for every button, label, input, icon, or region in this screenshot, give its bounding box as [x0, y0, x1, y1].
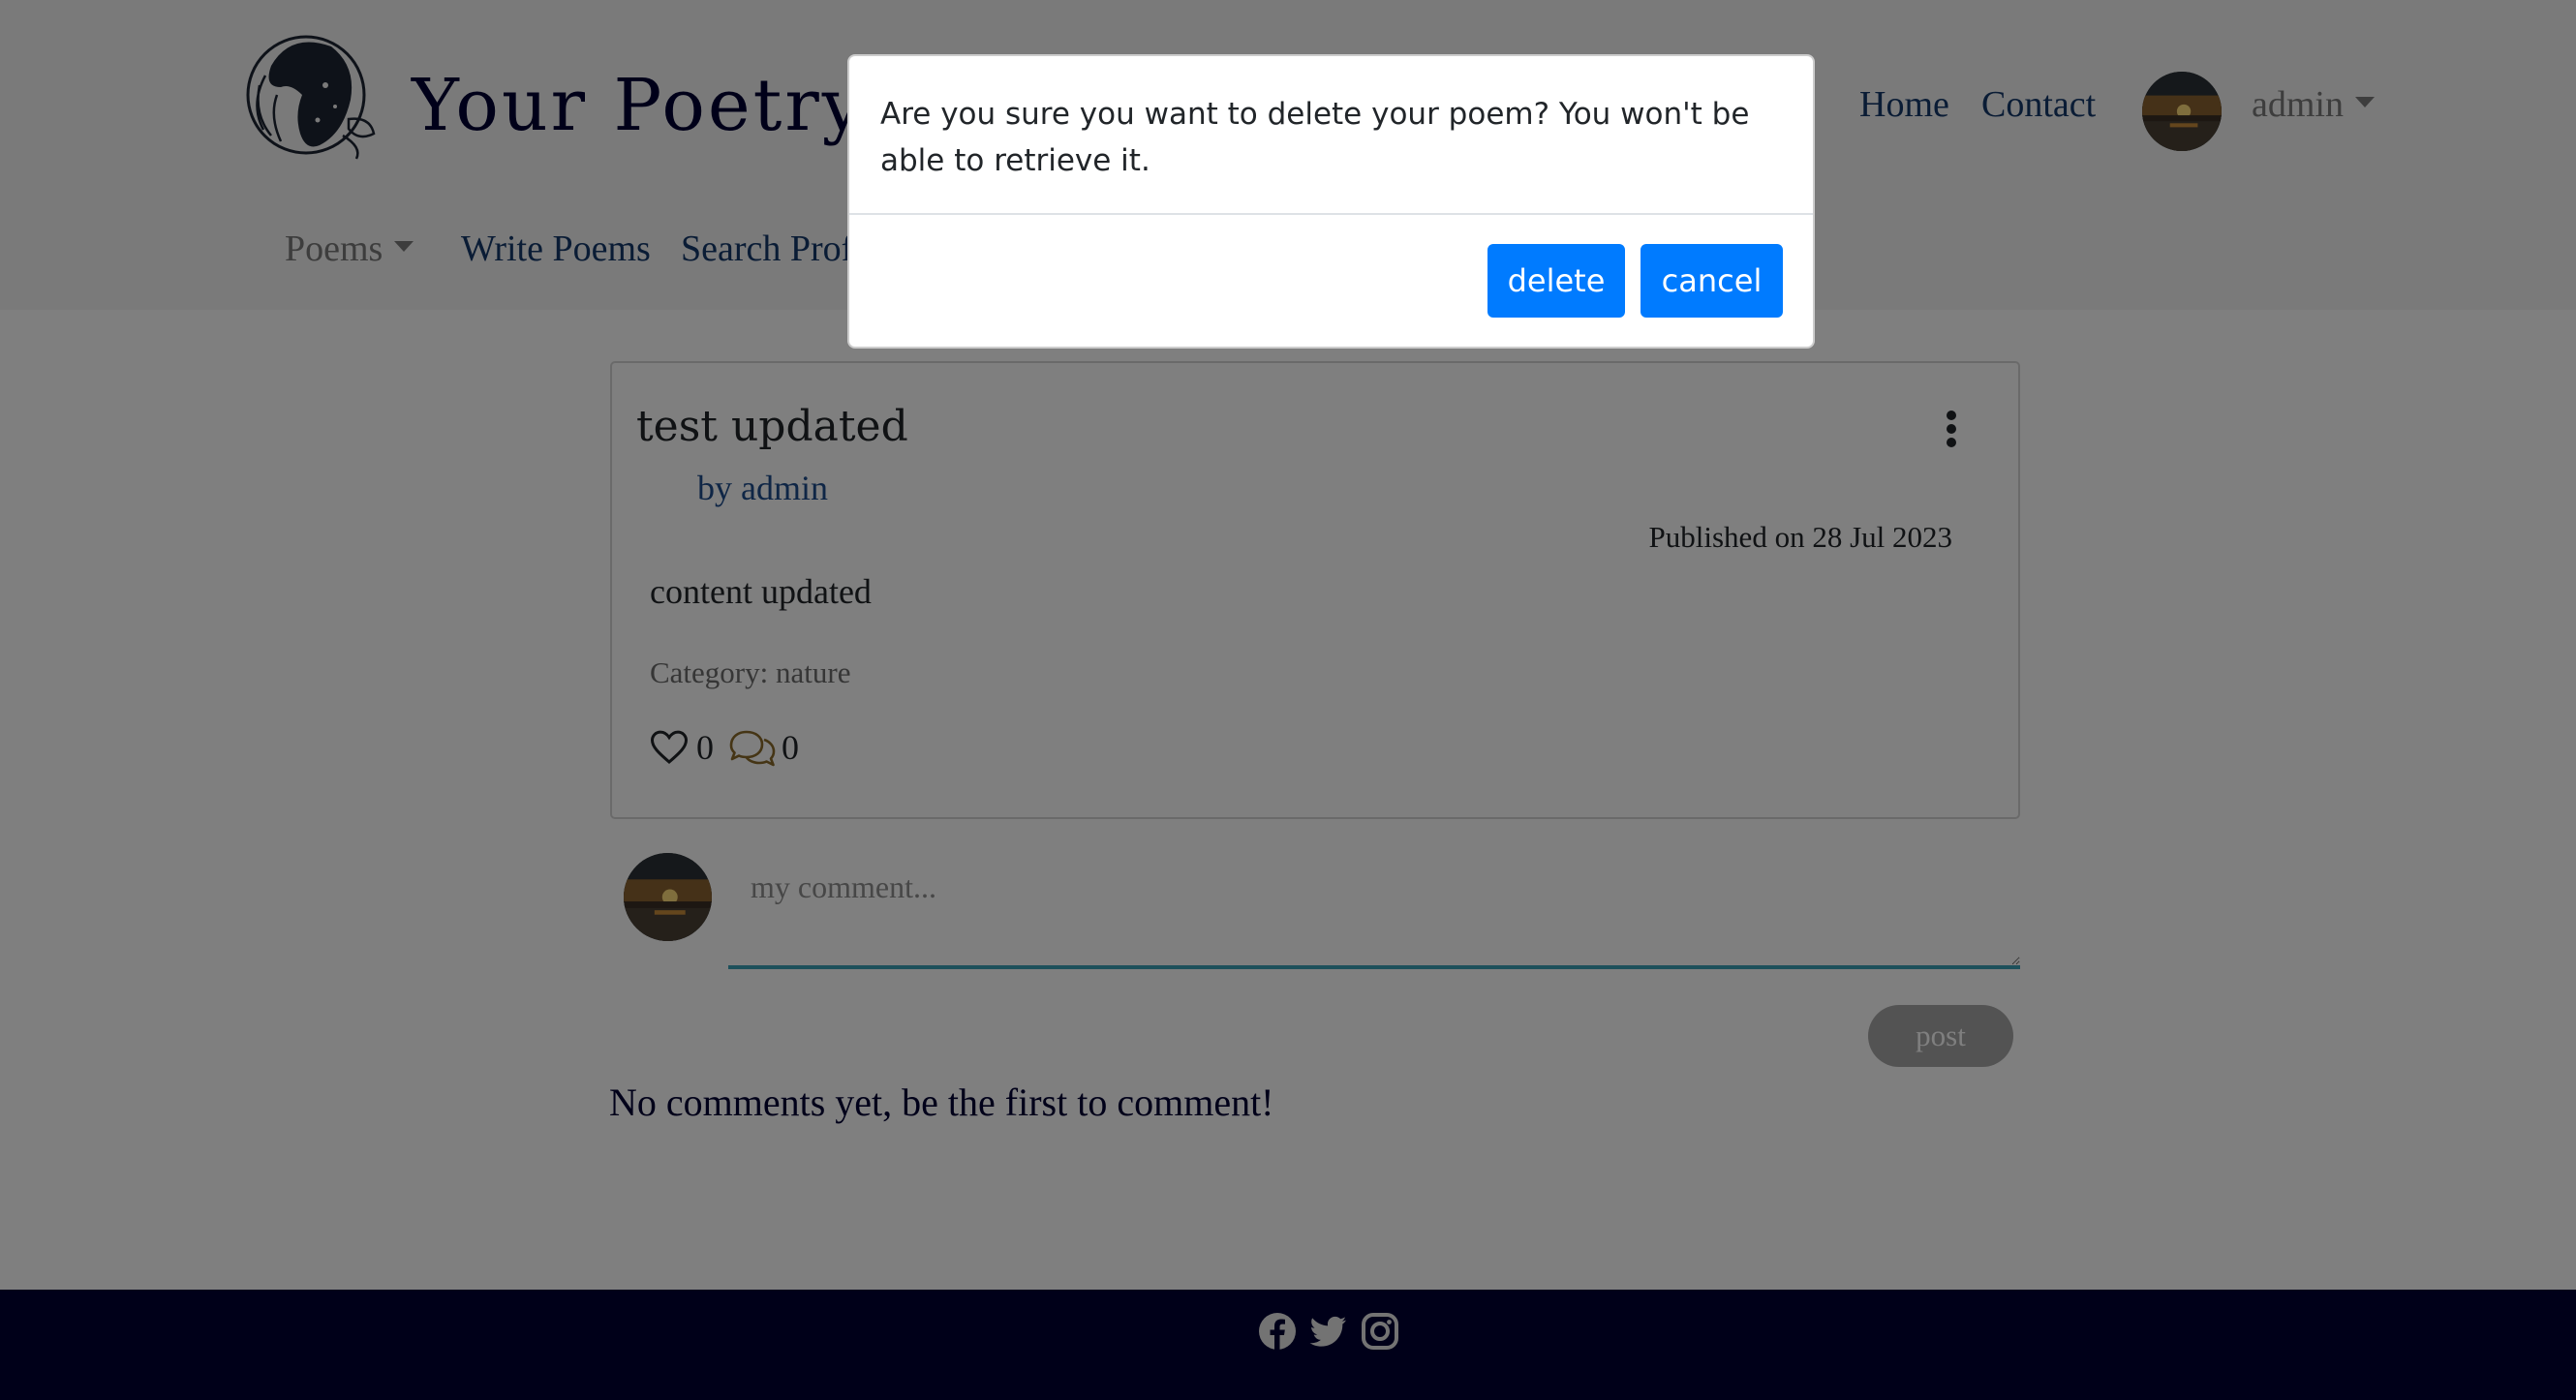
delete-confirmation-modal: Are you sure you want to delete your poe…: [847, 54, 1815, 349]
delete-button[interactable]: delete: [1487, 244, 1625, 318]
modal-divider: [849, 213, 1813, 215]
modal-message: Are you sure you want to delete your poe…: [880, 97, 1750, 178]
cancel-button[interactable]: cancel: [1641, 244, 1783, 318]
